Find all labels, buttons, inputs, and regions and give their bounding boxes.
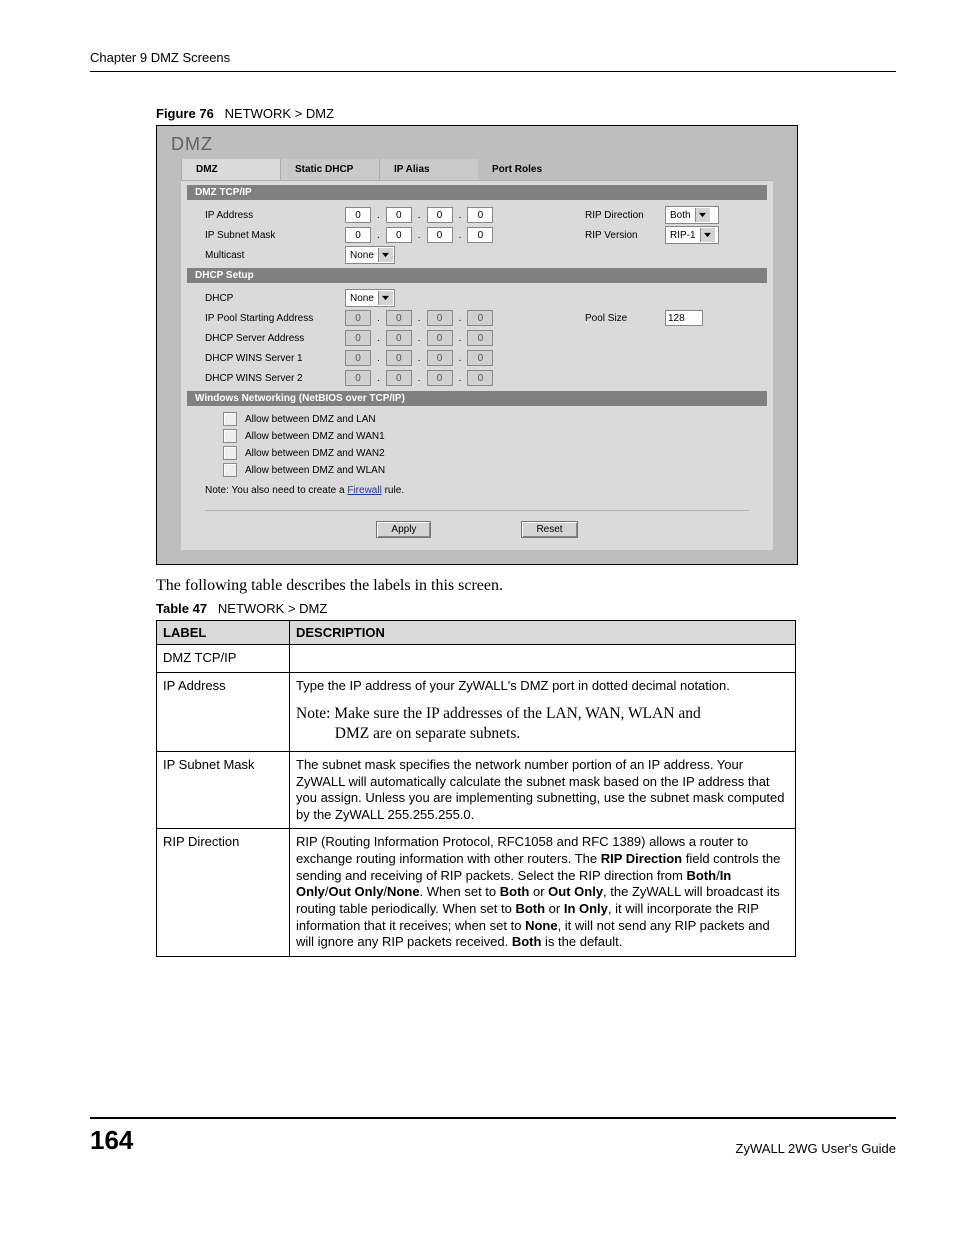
chevron-down-icon	[695, 208, 710, 222]
label-dhcp: DHCP	[205, 293, 345, 304]
pool-start-2[interactable]	[386, 310, 412, 326]
server-2[interactable]	[386, 330, 412, 346]
intro-text: The following table describes the labels…	[156, 577, 896, 595]
th-description: DESCRIPTION	[290, 621, 796, 645]
label-multicast: Multicast	[205, 250, 345, 261]
chevron-down-icon	[378, 248, 393, 262]
label-dmz-wan2: Allow between DMZ and WAN2	[245, 448, 385, 459]
label-dmz-wan1: Allow between DMZ and WAN1	[245, 431, 385, 442]
guide-name: ZyWALL 2WG User's Guide	[736, 1141, 896, 1156]
ip-address-octet-4[interactable]	[467, 207, 493, 223]
row-ip-address-label: IP Address	[157, 672, 290, 751]
tab-port-roles[interactable]: Port Roles	[478, 159, 576, 180]
chapter-header: Chapter 9 DMZ Screens	[90, 50, 896, 72]
table-caption: Table 47 NETWORK > DMZ	[156, 601, 896, 616]
subnet-octet-1[interactable]	[345, 227, 371, 243]
label-rip-version: RIP Version	[585, 230, 665, 241]
checkbox-dmz-wlan[interactable]	[223, 463, 237, 477]
label-rip-direction: RIP Direction	[585, 210, 665, 221]
select-dhcp-value: None	[350, 293, 374, 304]
section-netbios: Windows Networking (NetBIOS over TCP/IP)	[187, 391, 767, 406]
wins2-3[interactable]	[427, 370, 453, 386]
select-rip-version[interactable]: RIP-1	[665, 226, 719, 244]
subnet-octet-2[interactable]	[386, 227, 412, 243]
pool-size-input[interactable]	[665, 310, 703, 326]
row-ip-address-desc: Type the IP address of your ZyWALL's DMZ…	[290, 672, 796, 751]
tab-dmz[interactable]: DMZ	[181, 159, 280, 180]
checkbox-dmz-wan1[interactable]	[223, 429, 237, 443]
row-rip-direction-desc: RIP (Routing Information Protocol, RFC10…	[290, 829, 796, 956]
table-label: Table 47	[156, 601, 207, 616]
chevron-down-icon	[378, 291, 393, 305]
page-number: 164	[90, 1125, 133, 1156]
table-title: NETWORK > DMZ	[218, 601, 327, 616]
label-ip-address: IP Address	[205, 210, 345, 221]
dmz-config-panel: DMZ DMZ Static DHCP IP Alias Port Roles …	[156, 125, 798, 565]
firewall-link[interactable]: Firewall	[347, 485, 381, 496]
tab-bar: DMZ Static DHCP IP Alias Port Roles	[181, 159, 797, 180]
select-multicast[interactable]: None	[345, 246, 395, 264]
figure-title: NETWORK > DMZ	[225, 106, 334, 121]
wins2-4[interactable]	[467, 370, 493, 386]
section-dhcp-setup: DHCP Setup	[187, 268, 767, 283]
label-dhcp-server: DHCP Server Address	[205, 333, 345, 344]
server-3[interactable]	[427, 330, 453, 346]
ip-address-octet-2[interactable]	[386, 207, 412, 223]
server-1[interactable]	[345, 330, 371, 346]
wins2-1[interactable]	[345, 370, 371, 386]
row-subnet-desc: The subnet mask specifies the network nu…	[290, 751, 796, 829]
label-pool-start: IP Pool Starting Address	[205, 313, 345, 324]
ip-address-octet-1[interactable]	[345, 207, 371, 223]
select-dhcp[interactable]: None	[345, 289, 395, 307]
reset-button[interactable]: Reset	[521, 521, 577, 538]
panel-title: DMZ	[157, 126, 797, 159]
apply-button[interactable]: Apply	[376, 521, 431, 538]
pool-start-3[interactable]	[427, 310, 453, 326]
wins2-2[interactable]	[386, 370, 412, 386]
label-wins2: DHCP WINS Server 2	[205, 373, 345, 384]
subnet-octet-3[interactable]	[427, 227, 453, 243]
tab-static-dhcp[interactable]: Static DHCP	[280, 159, 379, 180]
select-rip-direction[interactable]: Both	[665, 206, 719, 224]
figure-label: Figure 76	[156, 106, 214, 121]
label-ip-subnet: IP Subnet Mask	[205, 230, 345, 241]
th-label: LABEL	[157, 621, 290, 645]
subnet-octet-4[interactable]	[467, 227, 493, 243]
label-description-table: LABEL DESCRIPTION DMZ TCP/IP IP Address …	[156, 620, 796, 957]
figure-caption: Figure 76 NETWORK > DMZ	[156, 106, 896, 121]
firewall-note: Note: You also need to create a Firewall…	[205, 485, 773, 496]
wins1-4[interactable]	[467, 350, 493, 366]
server-4[interactable]	[467, 330, 493, 346]
checkbox-dmz-wan2[interactable]	[223, 446, 237, 460]
pool-start-1[interactable]	[345, 310, 371, 326]
pool-start-4[interactable]	[467, 310, 493, 326]
select-rip-direction-value: Both	[670, 210, 691, 221]
section-dmz-tcpip: DMZ TCP/IP	[187, 185, 767, 200]
wins1-3[interactable]	[427, 350, 453, 366]
label-wins1: DHCP WINS Server 1	[205, 353, 345, 364]
divider	[205, 510, 749, 511]
select-rip-version-value: RIP-1	[670, 230, 696, 241]
checkbox-dmz-lan[interactable]	[223, 412, 237, 426]
row-subnet-label: IP Subnet Mask	[157, 751, 290, 829]
wins1-1[interactable]	[345, 350, 371, 366]
label-pool-size: Pool Size	[585, 313, 665, 324]
row-dmz-tcpip-desc	[290, 645, 796, 673]
ip-address-octet-3[interactable]	[427, 207, 453, 223]
label-dmz-lan: Allow between DMZ and LAN	[245, 414, 376, 425]
tab-ip-alias[interactable]: IP Alias	[379, 159, 478, 180]
wins1-2[interactable]	[386, 350, 412, 366]
chevron-down-icon	[700, 228, 715, 242]
row-rip-direction-label: RIP Direction	[157, 829, 290, 956]
row-dmz-tcpip-label: DMZ TCP/IP	[157, 645, 290, 673]
label-dmz-wlan: Allow between DMZ and WLAN	[245, 465, 385, 476]
select-multicast-value: None	[350, 250, 374, 261]
